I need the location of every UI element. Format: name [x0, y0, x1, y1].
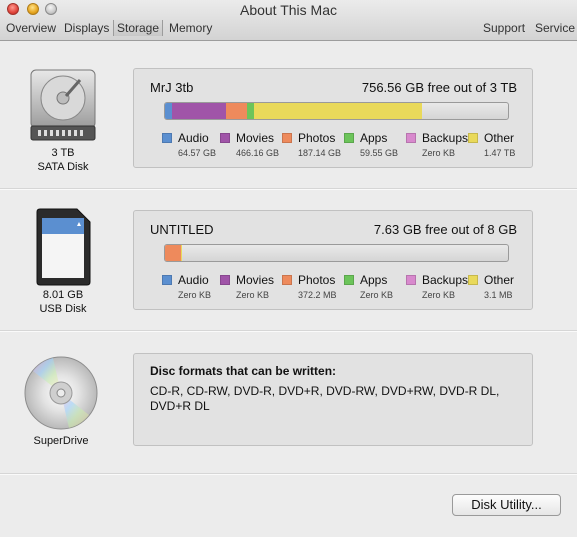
legend-swatch: [162, 275, 172, 285]
legend-category: Photos: [298, 131, 336, 145]
usage-segment-photos: [165, 245, 181, 261]
storage-usage-bar: [164, 244, 509, 262]
legend-category: Audio: [178, 273, 209, 287]
divider: [0, 473, 577, 475]
divider: [0, 330, 577, 332]
legend-swatch: [406, 133, 416, 143]
volume-name: UNTITLED: [150, 222, 214, 237]
device-size: 3 TB: [51, 147, 75, 159]
legend-category: Movies: [236, 131, 275, 145]
tab-overview[interactable]: Overview: [6, 20, 56, 36]
usage-segment-movies: [172, 103, 226, 119]
legend-category: Photos: [298, 273, 336, 287]
legend-swatch: [220, 275, 230, 285]
optical-disc-icon: [23, 355, 99, 436]
legend-size: 466.16 GB: [236, 148, 280, 158]
superdrive-panel: Disc formats that can be written: CD-R, …: [133, 353, 533, 446]
volume-name: MrJ 3tb: [150, 80, 194, 95]
free-space-text: 7.63 GB free out of 8 GB: [373, 222, 517, 237]
legend-swatch: [220, 133, 230, 143]
legend-category: Backups: [422, 131, 469, 145]
device-type: SATA Disk: [37, 161, 89, 173]
legend-swatch: [468, 275, 478, 285]
legend-category: Apps: [360, 273, 388, 287]
legend-swatch: [344, 133, 354, 143]
service-link[interactable]: Service: [535, 20, 575, 36]
legend-category: Other: [484, 131, 515, 145]
tab-displays[interactable]: Displays: [64, 20, 109, 36]
legend-size: 64.57 GB: [178, 148, 217, 158]
legend-swatch: [282, 275, 292, 285]
legend-swatch: [468, 133, 478, 143]
usage-segment-other: [253, 103, 422, 119]
usage-segment-audio: [165, 103, 173, 119]
legend-size: 59.55 GB: [360, 148, 399, 158]
legend-size: Zero KB: [422, 148, 456, 158]
legend-size: Zero KB: [178, 290, 212, 300]
legend-size: Zero KB: [236, 290, 270, 300]
usage-segment-photos: [225, 103, 248, 119]
disc-formats-list: CD-R, CD-RW, DVD-R, DVD+R, DVD-RW, DVD+R…: [150, 384, 500, 413]
legend-size: 372.2 MB: [298, 290, 337, 300]
disk-utility-button[interactable]: Disk Utility...: [452, 494, 561, 516]
device-label-usb: 8.01 GB USB Disk: [8, 288, 118, 316]
device-label-sata: 3 TB SATA Disk: [8, 146, 118, 174]
device-type: USB Disk: [39, 303, 87, 315]
legend-category: Audio: [178, 131, 209, 145]
legend-swatch: [406, 275, 416, 285]
divider: [0, 188, 577, 190]
hard-disk-icon: [28, 68, 98, 147]
legend-size: 1.47 TB: [484, 148, 516, 158]
free-space-text: 756.56 GB free out of 3 TB: [361, 80, 517, 95]
legend-swatch: [344, 275, 354, 285]
legend-size: Zero KB: [360, 290, 394, 300]
legend-swatch: [282, 133, 292, 143]
title-bar: About This Mac Overview Displays Storage…: [0, 0, 577, 41]
legend-category: Backups: [422, 273, 469, 287]
legend-size: 3.1 MB: [484, 290, 513, 300]
storage-legend: Audio 64.57 GB Movies 466.16 GB Photos 187.14…: [162, 131, 522, 162]
legend-category: Movies: [236, 273, 275, 287]
legend-swatch: [162, 133, 172, 143]
legend-size: Zero KB: [422, 290, 456, 300]
tab-memory[interactable]: Memory: [169, 20, 212, 36]
legend-category: Other: [484, 273, 515, 287]
sd-card-icon: [33, 208, 93, 291]
superdrive-label: SuperDrive: [33, 435, 89, 447]
disc-formats-title: Disc formats that can be written:: [150, 364, 337, 378]
support-link[interactable]: Support: [483, 20, 525, 36]
legend-size: 187.14 GB: [298, 148, 342, 158]
device-size: 8.01 GB: [42, 289, 84, 301]
legend-category: Apps: [360, 131, 388, 145]
storage-usage-bar: [164, 102, 509, 120]
storage-legend: Audio Zero KB Movies Zero KB Photos 372.2 MB A…: [162, 273, 522, 304]
tab-storage[interactable]: Storage: [113, 20, 164, 36]
usage-segment-apps: [247, 103, 254, 119]
storage-panel-untitled: UNTITLED 7.63 GB free out of 8 GB Audio Z…: [133, 210, 533, 310]
window-title: About This Mac: [239, 2, 337, 18]
storage-panel-mrj: MrJ 3tb 756.56 GB free out of 3 TB Audio…: [133, 68, 533, 168]
